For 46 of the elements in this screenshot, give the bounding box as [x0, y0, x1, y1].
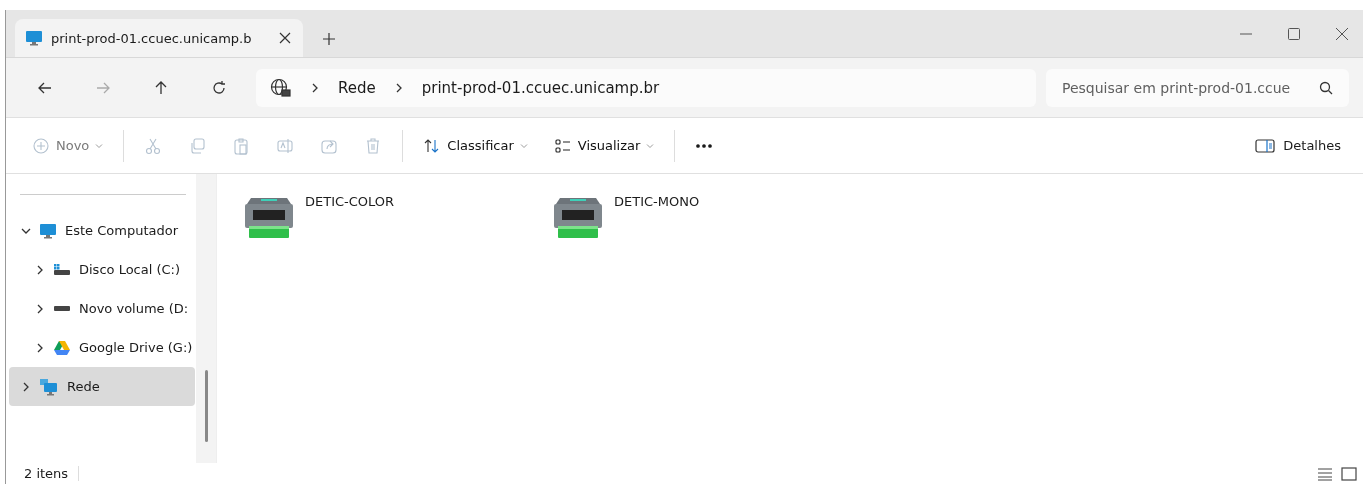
- chevron-right-icon: [310, 82, 320, 93]
- search-field[interactable]: Pesquisar em print-prod-01.ccue: [1046, 68, 1349, 107]
- chevron-down-icon: [519, 142, 528, 149]
- close-icon[interactable]: [277, 30, 293, 46]
- tiles-view-icon[interactable]: [1341, 466, 1357, 481]
- address-bar[interactable]: Rede print-prod-01.ccuec.unicamp.br: [256, 68, 1036, 107]
- toolbar-button[interactable]: Visualizar: [541, 128, 667, 163]
- file-name: DETIC-MONO: [614, 194, 700, 211]
- network-icon: [39, 377, 59, 396]
- up-arrow-icon[interactable]: [153, 79, 169, 96]
- globe-icon: [270, 77, 292, 98]
- chevron-right-icon[interactable]: [35, 303, 45, 314]
- sidebar-item[interactable]: Este Computador: [9, 211, 195, 250]
- sidebar-item[interactable]: Novo volume (D:: [9, 289, 195, 328]
- triangle-logo-icon: [53, 339, 71, 356]
- toolbar-button[interactable]: Classificar: [411, 128, 540, 163]
- printer-item[interactable]: DETIC-MONO: [552, 194, 861, 240]
- plus-circle-icon: [32, 136, 50, 155]
- file-name: DETIC-COLOR: [305, 194, 395, 211]
- drive-icon: [53, 261, 71, 278]
- sidebar-item[interactable]: Rede: [9, 367, 195, 406]
- monitor-icon: [39, 222, 57, 239]
- monitor-icon: [25, 30, 43, 46]
- view-list-icon: [553, 136, 572, 155]
- chevron-right-icon[interactable]: [21, 381, 31, 392]
- chevron-down-icon: [95, 142, 104, 149]
- chevron-right-icon[interactable]: [35, 264, 45, 275]
- chevron-right-icon[interactable]: [35, 342, 45, 353]
- close-icon[interactable]: [1335, 26, 1349, 41]
- sidebar-item[interactable]: Disco Local (C:): [9, 250, 195, 289]
- new-tab-icon[interactable]: [321, 31, 337, 47]
- breadcrumb-item[interactable]: print-prod-01.ccuec.unicamp.br: [421, 78, 660, 97]
- details-button[interactable]: Detalhes: [1247, 137, 1349, 154]
- item-count: 2 itens: [24, 466, 80, 481]
- maximize-icon[interactable]: [1287, 26, 1301, 41]
- details-pane-icon: [1255, 137, 1276, 154]
- chevron-down-icon: [646, 142, 655, 149]
- sidebar-item[interactable]: Google Drive (G:): [9, 328, 195, 367]
- breadcrumb-item[interactable]: Rede: [338, 78, 376, 97]
- refresh-icon[interactable]: [211, 79, 227, 96]
- window-tab[interactable]: print-prod-01.ccuec.unicamp.b: [15, 19, 303, 57]
- printer-item[interactable]: DETIC-COLOR: [243, 194, 552, 240]
- scrollbar-thumb[interactable]: [204, 370, 208, 442]
- drive-icon: [54, 306, 70, 311]
- search-icon[interactable]: [1319, 80, 1333, 95]
- details-view-icon[interactable]: [1317, 466, 1333, 481]
